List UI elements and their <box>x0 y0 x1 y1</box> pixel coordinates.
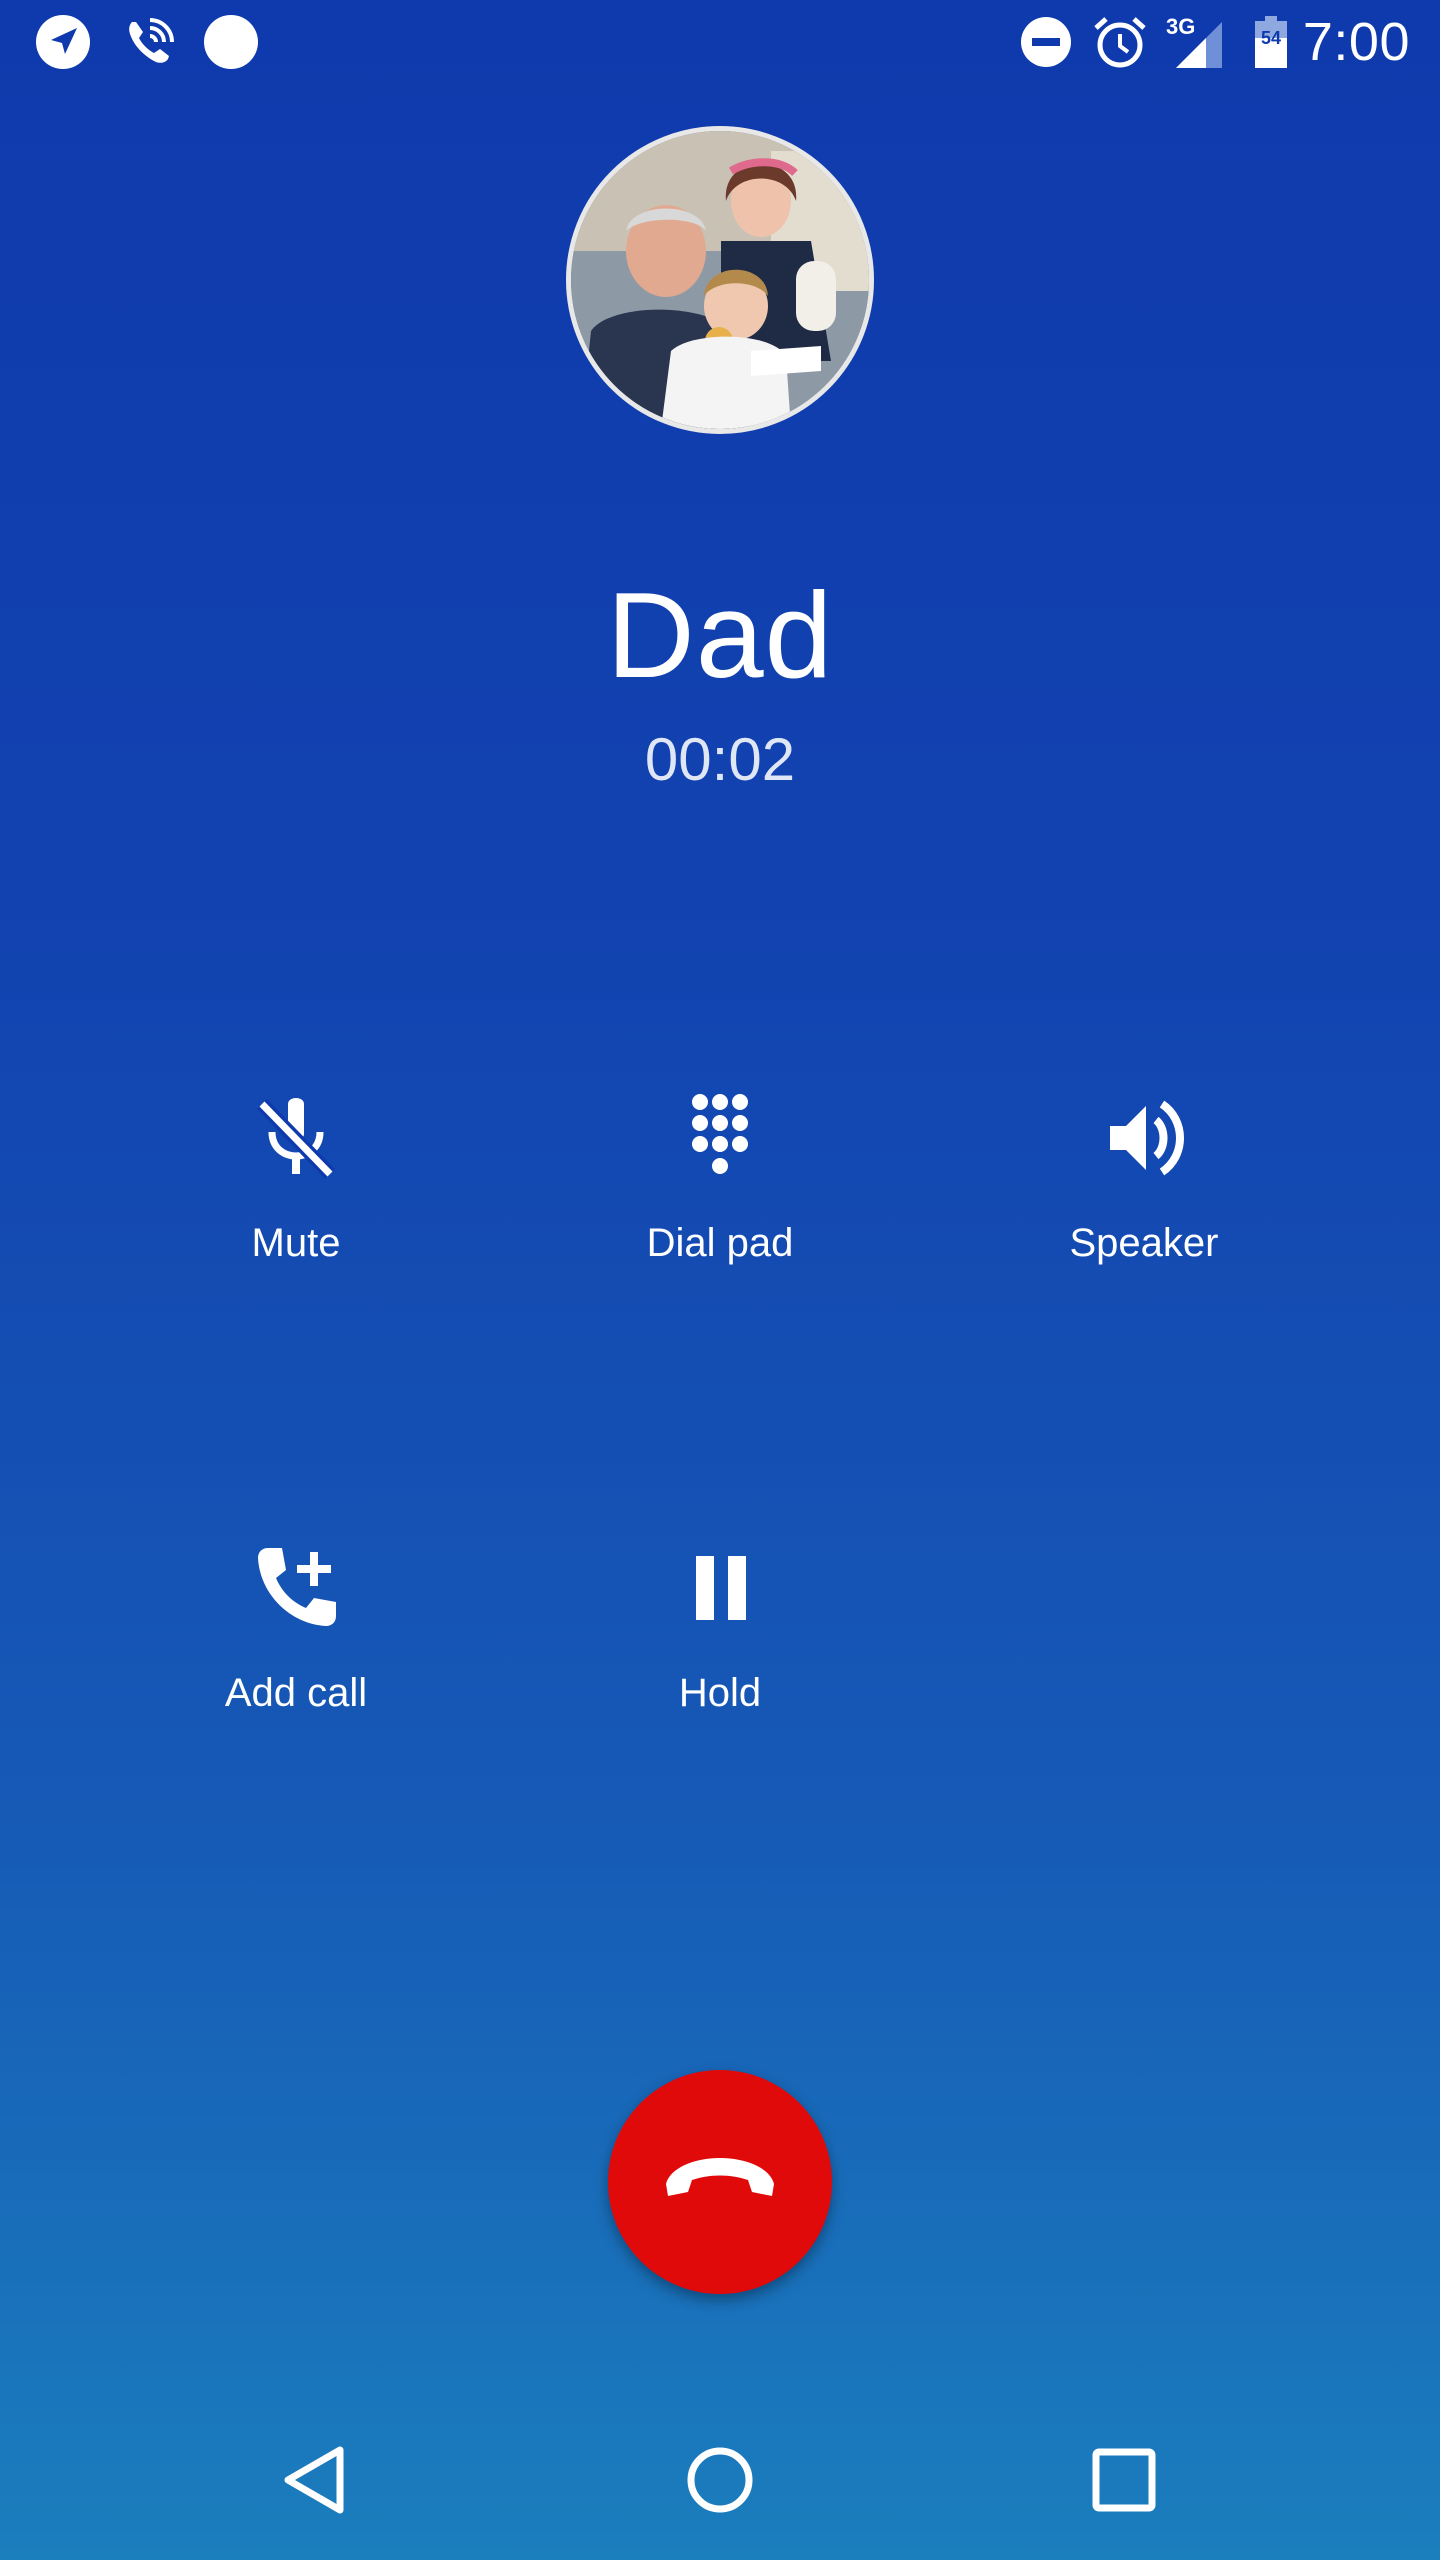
navigation-bar <box>0 2400 1440 2560</box>
signal-icon <box>1176 22 1222 68</box>
mic-off-icon <box>256 1098 336 1179</box>
caller-photo <box>571 131 869 429</box>
end-call-button[interactable] <box>608 2070 832 2294</box>
call-end-icon <box>666 2158 774 2196</box>
speaker-icon <box>1110 1100 1184 1176</box>
wifi-call-icon <box>129 18 174 63</box>
speaker-button[interactable]: Speaker <box>984 1060 1304 1360</box>
back-icon[interactable] <box>266 2430 366 2530</box>
home-icon[interactable] <box>670 2430 770 2530</box>
add-call-button[interactable]: Add call <box>136 1510 456 1810</box>
alarm-icon <box>1094 17 1146 68</box>
hold-button[interactable]: Hold <box>560 1510 880 1810</box>
caller-name: Dad <box>606 567 834 703</box>
mute-button[interactable]: Mute <box>136 1060 456 1360</box>
add-call-label: Add call <box>224 1671 368 1715</box>
caller-avatar <box>566 126 874 434</box>
status-time: 7:00 <box>1302 12 1410 72</box>
dialpad-label: Dial pad <box>646 1221 794 1265</box>
in-call-screen: 3G 54 7:00 Dad 00:02 Mute Dial pad Speak… <box>0 0 1440 2560</box>
dialpad-button[interactable]: Dial pad <box>560 1060 880 1360</box>
dialpad-icon <box>692 1094 748 1174</box>
dot-icon <box>204 15 258 69</box>
recents-icon[interactable] <box>1074 2430 1174 2530</box>
call-duration: 00:02 <box>644 726 796 793</box>
hold-label: Hold <box>678 1671 762 1715</box>
pause-icon <box>696 1556 746 1620</box>
status-bar: 3G 54 7:00 <box>0 0 1440 84</box>
speaker-label: Speaker <box>1069 1221 1219 1265</box>
add-call-icon <box>258 1548 336 1626</box>
navigation-icon <box>36 15 90 69</box>
mute-label: Mute <box>251 1221 341 1265</box>
do-not-disturb-icon <box>1021 17 1071 67</box>
battery-level-label: 54 <box>1260 28 1282 48</box>
